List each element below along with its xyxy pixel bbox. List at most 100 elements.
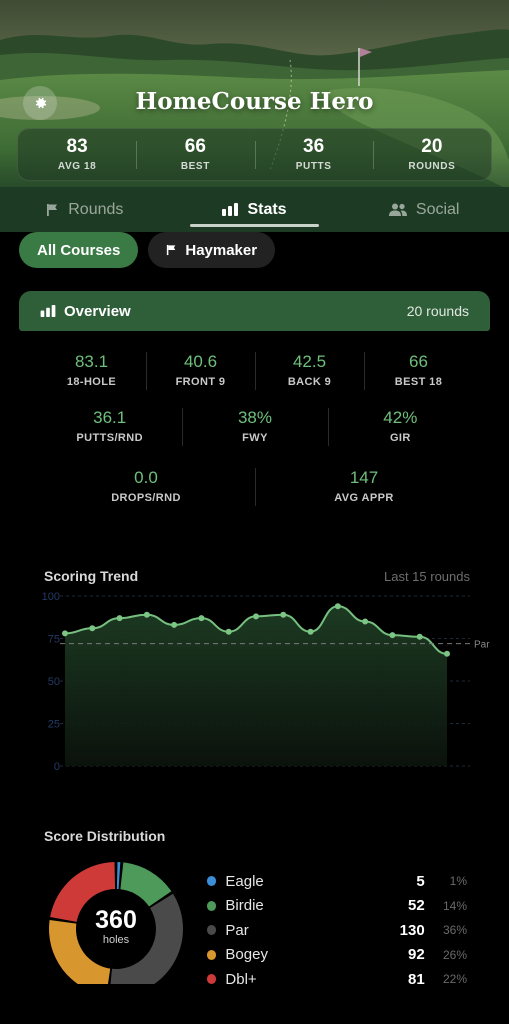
trend-point	[116, 615, 123, 622]
legend-row-par: Par 130 36%	[207, 918, 467, 943]
stat-value: 0.0	[134, 468, 158, 487]
tab-label: Rounds	[68, 200, 124, 218]
donut-slice-eagle	[116, 862, 121, 890]
tab-label: Social	[415, 200, 460, 218]
overview-header: Overview 20 rounds	[19, 291, 490, 331]
y-tick-label: 100	[42, 591, 60, 603]
bar-chart-icon	[40, 305, 56, 317]
filter-haymaker[interactable]: Haymaker	[148, 232, 276, 268]
legend-count: 5	[416, 872, 425, 890]
stat-avg-approach: 147 AVG APPR	[255, 468, 473, 506]
legend-color-dot	[207, 925, 217, 936]
legend-row-bogey: Bogey 92 26%	[207, 943, 467, 968]
stat-value: 40.6	[183, 352, 218, 371]
legend-color-dot	[207, 900, 217, 911]
app-title: HomeCourse Hero	[135, 88, 374, 115]
trend-point	[62, 630, 68, 637]
course-filters: All Courses Haymaker	[19, 232, 276, 268]
legend-color-dot	[207, 876, 217, 887]
stat-label: FRONT 9	[175, 376, 226, 388]
legend-percent: 1%	[449, 874, 467, 889]
stat-best: 66 BEST	[136, 137, 254, 172]
tab-rounds[interactable]: Rounds	[0, 187, 170, 232]
stat-label: BEST	[180, 161, 210, 172]
trend-point	[198, 615, 205, 622]
trend-area	[65, 606, 447, 766]
overview-title: Overview	[64, 302, 131, 320]
flag-icon	[47, 203, 58, 216]
stat-value: 66	[184, 136, 206, 157]
chip-label: Haymaker	[185, 241, 258, 259]
stat-value: 66	[409, 352, 428, 371]
filter-all-courses[interactable]: All Courses	[19, 232, 139, 268]
legend-percent: 14%	[442, 898, 467, 913]
stat-label: PUTTS/RND	[76, 432, 143, 444]
legend-percent: 22%	[442, 972, 467, 984]
overview-row-scores: 83.1 18-HOLE 40.6 FRONT 9 42.5 BACK 9 66…	[37, 352, 473, 390]
distribution-legend: Eagle 5 1% Birdie 52 14% Par 130 36% Bog…	[207, 869, 467, 984]
flag-icon	[167, 244, 176, 256]
par-label: Par	[474, 640, 490, 651]
summary-stats-card: 83 AVG 18 66 BEST 36 PUTTS 20 ROUNDS	[17, 128, 492, 181]
stat-label: AVG APPR	[334, 492, 394, 504]
trend-point	[334, 603, 341, 610]
tab-stats[interactable]: Stats	[170, 187, 340, 232]
legend-name: Birdie	[225, 897, 264, 915]
legend-count: 81	[408, 970, 425, 984]
trend-point	[416, 633, 423, 640]
trend-point	[225, 628, 232, 635]
stat-putts-per-round: 36.1 PUTTS/RND	[37, 408, 182, 444]
stat-18-hole: 83.1 18-HOLE	[37, 352, 146, 388]
y-tick-label: 75	[48, 634, 60, 646]
total-holes-label: holes	[102, 934, 130, 946]
stat-label: GIR	[389, 432, 411, 444]
scoring-trend-chart: 100 75 50 25 0 Par	[42, 591, 491, 773]
stat-value: 83	[66, 136, 88, 157]
bar-chart-icon	[222, 203, 239, 216]
stat-best-18: 66 BEST 18	[364, 352, 473, 390]
donut-center: 360 holes	[76, 906, 156, 946]
tab-label: Stats	[247, 200, 287, 218]
stat-label: BACK 9	[287, 376, 332, 388]
stat-putts: 36 PUTTS	[254, 137, 373, 172]
stat-back-9: 42.5 BACK 9	[255, 352, 364, 390]
legend-row-birdie: Birdie 52 14%	[207, 894, 467, 919]
stat-value: 42.5	[292, 352, 327, 371]
legend-name: Dbl+	[225, 970, 257, 984]
stat-label: ROUNDS	[408, 161, 456, 172]
y-tick-label: 50	[48, 676, 60, 688]
trend-point	[389, 632, 396, 639]
trend-point	[253, 613, 259, 620]
stat-fairways: 38% FWY	[182, 408, 327, 446]
stat-avg18: 83 AVG 18	[18, 136, 136, 173]
overview-row-accuracy: 36.1 PUTTS/RND 38% FWY 42% GIR	[37, 408, 473, 446]
legend-count: 52	[408, 897, 425, 915]
overview-round-count: 20 rounds	[406, 303, 469, 319]
legend-row-eagle: Eagle 5 1%	[207, 869, 467, 894]
stat-value: 83.1	[74, 352, 109, 371]
stat-front-9: 40.6 FRONT 9	[146, 352, 255, 390]
legend-count: 92	[408, 946, 425, 964]
overview-row-misc: 0.0 DROPS/RND 147 AVG APPR	[37, 468, 473, 506]
legend-color-dot	[207, 974, 217, 984]
trend-point	[143, 611, 150, 618]
stat-gir: 42% GIR	[327, 408, 473, 446]
stat-value: 20	[421, 136, 443, 157]
legend-name: Bogey	[225, 946, 268, 964]
stat-label: 18-HOLE	[66, 376, 117, 388]
trend-point	[280, 611, 287, 618]
stat-label: DROPS/RND	[111, 492, 181, 504]
stat-label: PUTTS	[295, 161, 332, 172]
stat-value: 42%	[383, 408, 418, 427]
legend-percent: 26%	[442, 947, 467, 962]
legend-name: Eagle	[225, 872, 264, 890]
trend-subtitle: Last 15 rounds	[383, 569, 470, 584]
stat-value: 38%	[237, 408, 272, 427]
trend-point	[171, 621, 178, 628]
total-holes-value: 360	[95, 906, 137, 934]
main-tabs: Rounds Stats Social	[0, 187, 509, 232]
legend-name: Par	[225, 921, 249, 939]
y-tick-label: 25	[48, 719, 60, 731]
legend-row-double-plus: Dbl+ 81 22%	[207, 967, 467, 984]
tab-social[interactable]: Social	[339, 187, 509, 232]
